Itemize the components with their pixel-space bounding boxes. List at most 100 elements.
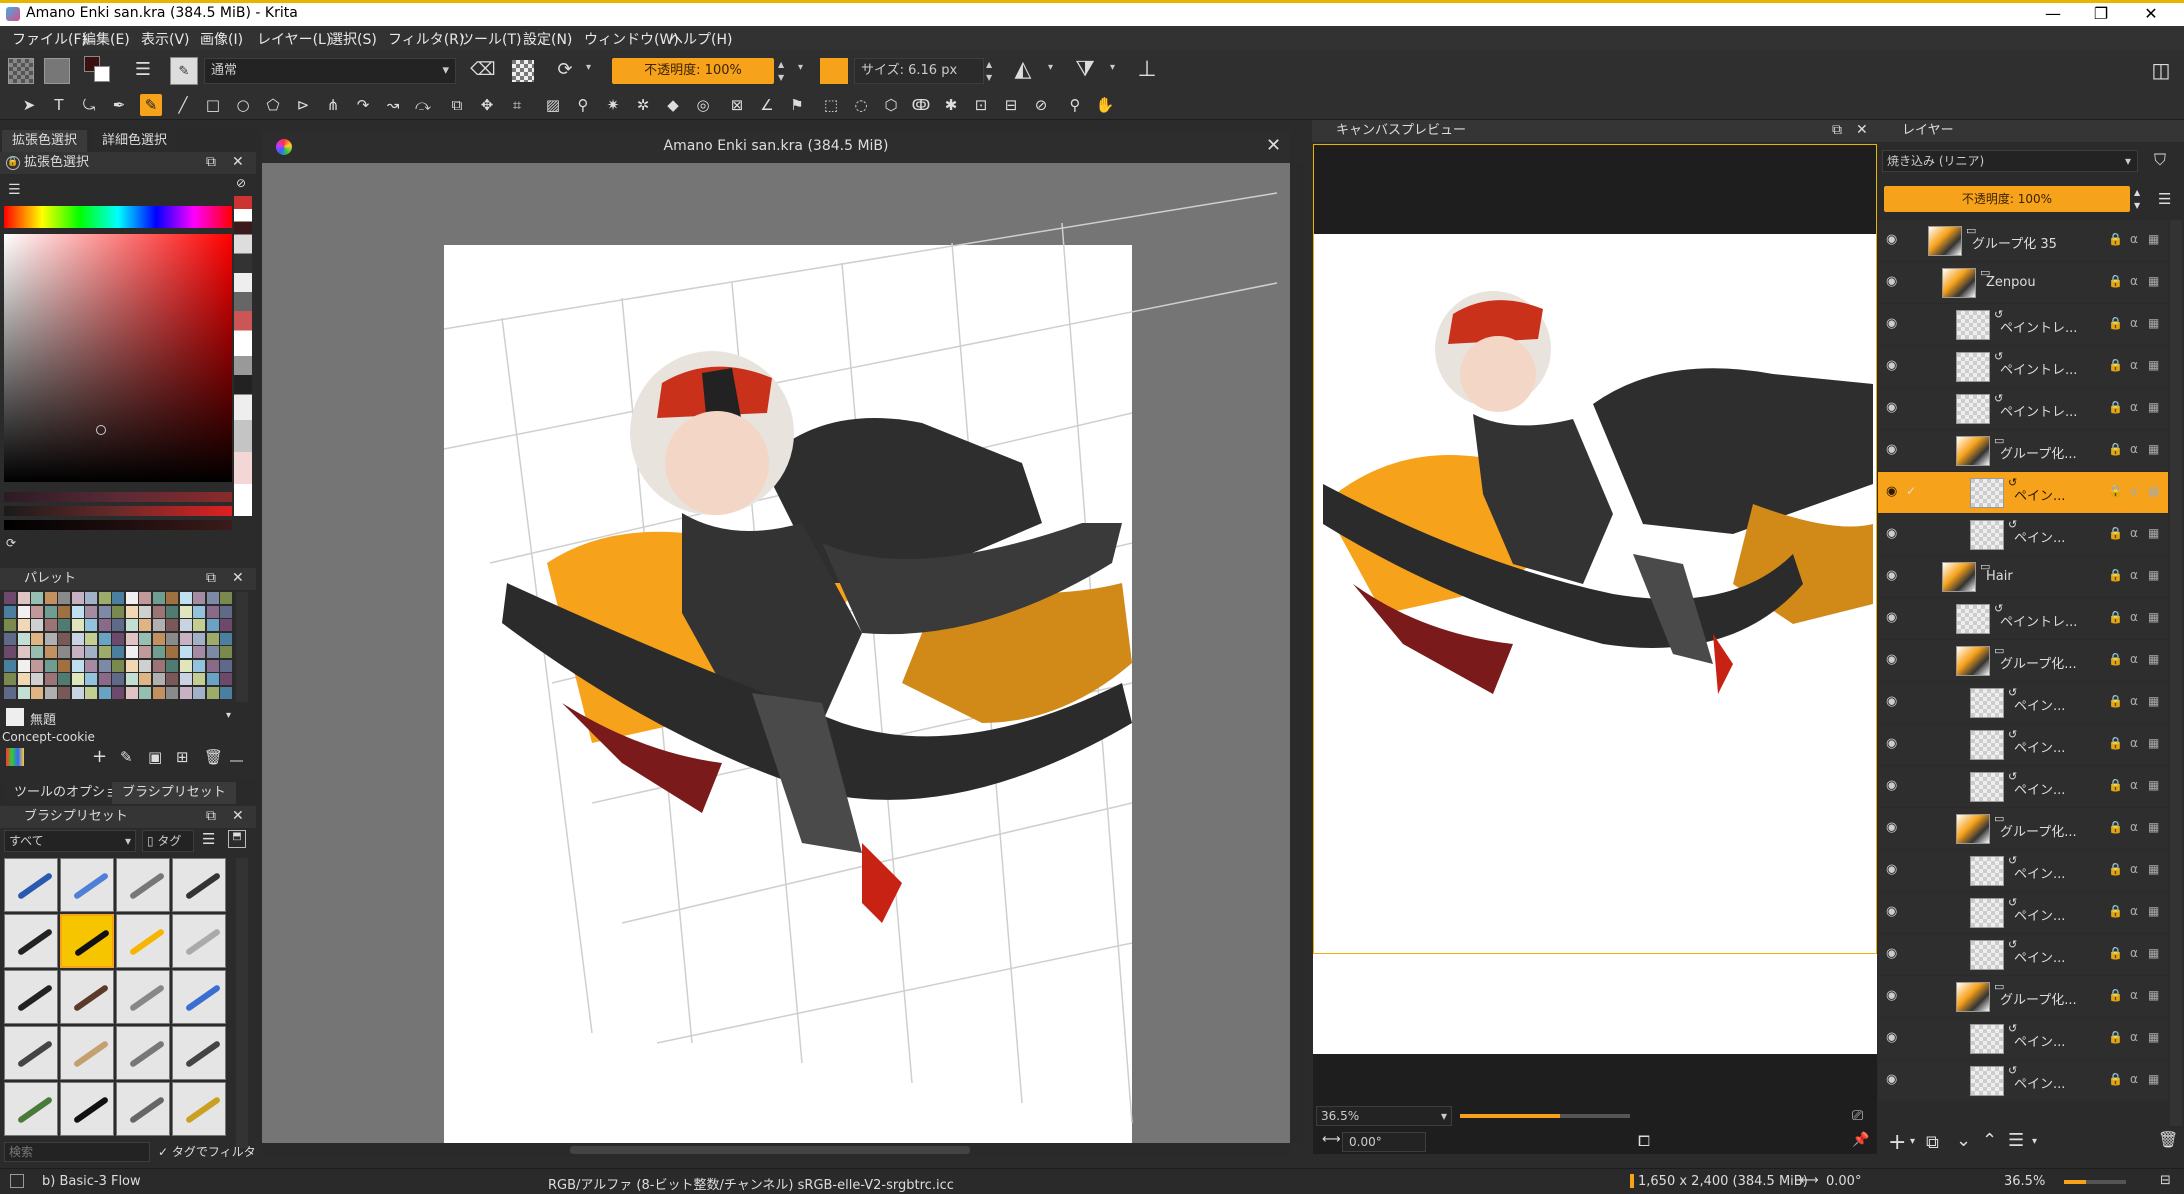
- transform-tool-icon[interactable]: ⧉: [446, 94, 468, 116]
- opacity-dropdown-icon[interactable]: ▾: [798, 62, 803, 73]
- reference-tool-icon[interactable]: ⚑: [786, 94, 808, 116]
- palette-swatch-grid[interactable]: [4, 592, 236, 702]
- layer-group-row[interactable]: ◉ ▭ グループ化... 🔒 α ▦: [1878, 640, 2168, 682]
- alpha-lock-icon[interactable]: α: [2130, 274, 2138, 288]
- palette-swatch[interactable]: [206, 619, 219, 631]
- ellipse-tool-icon[interactable]: ○: [232, 94, 254, 116]
- palette-swatch[interactable]: [125, 686, 138, 699]
- palette-swatch[interactable]: [166, 619, 178, 631]
- menu-help[interactable]: ヘルプ(H): [669, 29, 732, 49]
- palette-swatch[interactable]: [31, 605, 43, 618]
- palette-swatch[interactable]: [179, 605, 192, 618]
- palette-swatch[interactable]: [44, 659, 57, 672]
- palette-swatch[interactable]: [139, 673, 151, 685]
- palette-swatch[interactable]: [125, 659, 138, 672]
- palette-swatch[interactable]: [98, 632, 111, 645]
- contiguous-select-tool-icon[interactable]: ✱: [940, 94, 962, 116]
- visibility-eye-icon[interactable]: ◉: [1886, 820, 1902, 836]
- layer-row[interactable]: ◉ ↺ ペイントレ... 🔒 α ▦: [1878, 598, 2168, 640]
- menu-select[interactable]: 選択(S): [329, 29, 377, 49]
- palette-swatch[interactable]: [98, 659, 111, 672]
- palette-swatch[interactable]: [139, 646, 151, 658]
- layer-lock-icon[interactable]: 🔒: [2108, 400, 2123, 414]
- hue-slider[interactable]: [4, 206, 232, 228]
- preview-mirror-icon[interactable]: ⧠: [1638, 1132, 1650, 1150]
- inherit-alpha-icon[interactable]: ▦: [2148, 1030, 2159, 1044]
- palette-swatch[interactable]: [152, 619, 165, 631]
- assistant-tool-icon[interactable]: ⊠: [726, 94, 748, 116]
- palette-swatch[interactable]: [152, 592, 165, 604]
- palette-swatch[interactable]: [193, 605, 205, 618]
- palette-swatch[interactable]: [71, 592, 84, 604]
- layer-lock-icon[interactable]: 🔒: [2108, 484, 2123, 498]
- brush-preset[interactable]: [60, 914, 114, 968]
- palette-swatch[interactable]: [44, 605, 57, 618]
- alpha-lock-icon[interactable]: α: [2130, 652, 2138, 666]
- palette-swatch[interactable]: [85, 686, 97, 699]
- palette-swatch[interactable]: [71, 673, 84, 685]
- palette-current-swatch[interactable]: [6, 708, 24, 726]
- close-document-icon[interactable]: ✕: [1266, 135, 1281, 156]
- layer-properties-icon[interactable]: ☰: [2008, 1130, 2024, 1151]
- size-stepper[interactable]: ▲ ▼: [986, 58, 992, 84]
- palette-swatch[interactable]: [206, 592, 219, 604]
- palette-swatch[interactable]: [193, 673, 205, 685]
- visibility-eye-icon[interactable]: ◉: [1886, 1030, 1902, 1046]
- palette-swatch[interactable]: [44, 673, 57, 685]
- color-slider-1[interactable]: [4, 492, 232, 502]
- wrap-around-icon[interactable]: ⊥: [1134, 57, 1160, 83]
- brush-preset-grid[interactable]: [4, 858, 230, 1148]
- palette-swatch[interactable]: [220, 673, 232, 685]
- mirror-h-dropdown-icon[interactable]: ▾: [1048, 62, 1053, 73]
- layer-lock-icon[interactable]: 🔒: [2108, 610, 2123, 624]
- menu-tools[interactable]: ツール(T): [460, 29, 521, 49]
- save-palette-icon[interactable]: ▣: [148, 748, 162, 766]
- palette-swatch[interactable]: [193, 632, 205, 645]
- fill-tool-icon[interactable]: ✲: [632, 94, 654, 116]
- inherit-alpha-icon[interactable]: ▦: [2148, 1072, 2159, 1086]
- inherit-alpha-icon[interactable]: ▦: [2148, 778, 2159, 792]
- palette-swatch[interactable]: [179, 646, 192, 658]
- inherit-alpha-icon[interactable]: ▦: [2148, 484, 2159, 498]
- palette-swatch[interactable]: [179, 592, 192, 604]
- palette-swatch[interactable]: [58, 673, 70, 685]
- alpha-lock-icon[interactable]: α: [2130, 778, 2138, 792]
- palette-swatch[interactable]: [166, 686, 178, 699]
- brush-view-icon[interactable]: ☰: [202, 830, 215, 848]
- alpha-lock-icon[interactable]: α: [2130, 232, 2138, 246]
- layer-row[interactable]: ◉ ↺ ペイン... 🔒 α ▦: [1878, 1018, 2168, 1060]
- palette-swatch[interactable]: [98, 619, 111, 631]
- menu-view[interactable]: 表示(V): [141, 29, 190, 49]
- palette-swatch[interactable]: [44, 686, 57, 699]
- layer-lock-icon[interactable]: 🔒: [2108, 568, 2123, 582]
- inherit-alpha-icon[interactable]: ▦: [2148, 736, 2159, 750]
- preview-rotation-field[interactable]: 0.00°: [1342, 1132, 1426, 1152]
- move-layer-down-icon[interactable]: ⌄: [1956, 1130, 1971, 1151]
- palette-swatch[interactable]: [152, 632, 165, 645]
- workspace-switcher-icon[interactable]: ◫: [2148, 57, 2174, 83]
- measure-tool-icon[interactable]: ∠: [756, 94, 778, 116]
- palette-swatch[interactable]: [4, 659, 16, 672]
- palette-swatch[interactable]: [179, 632, 192, 645]
- layer-opacity-stepper[interactable]: ▲ ▼: [2134, 186, 2140, 212]
- alpha-lock-icon[interactable]: α: [2130, 1030, 2138, 1044]
- maximize-button[interactable]: ❐: [2078, 3, 2124, 25]
- palette-swatch[interactable]: [31, 592, 43, 604]
- palette-swatch[interactable]: [112, 673, 124, 685]
- bucket-fill-tool-icon[interactable]: ◆: [662, 94, 684, 116]
- canvas-vertical-scrollbar[interactable]: [1290, 163, 1304, 1143]
- flow-color-box[interactable]: [820, 58, 848, 84]
- palette-swatch[interactable]: [125, 673, 138, 685]
- visibility-eye-icon[interactable]: ◉: [1886, 694, 1902, 710]
- layer-row[interactable]: ◉ ↺ ペイン... 🔒 α ▦: [1878, 892, 2168, 934]
- brush-preset[interactable]: [60, 858, 114, 912]
- alpha-lock-icon[interactable]: α: [2130, 610, 2138, 624]
- brush-preset[interactable]: [60, 970, 114, 1024]
- polygon-select-tool-icon[interactable]: ⬡: [880, 94, 902, 116]
- palette-swatch[interactable]: [58, 632, 70, 645]
- menu-layer[interactable]: レイヤー(L): [257, 29, 331, 49]
- layer-options-icon[interactable]: ☰: [2158, 190, 2171, 208]
- inherit-alpha-icon[interactable]: ▦: [2148, 274, 2159, 288]
- inherit-alpha-icon[interactable]: ▦: [2148, 316, 2159, 330]
- palette-close-icon[interactable]: ✕: [232, 570, 244, 586]
